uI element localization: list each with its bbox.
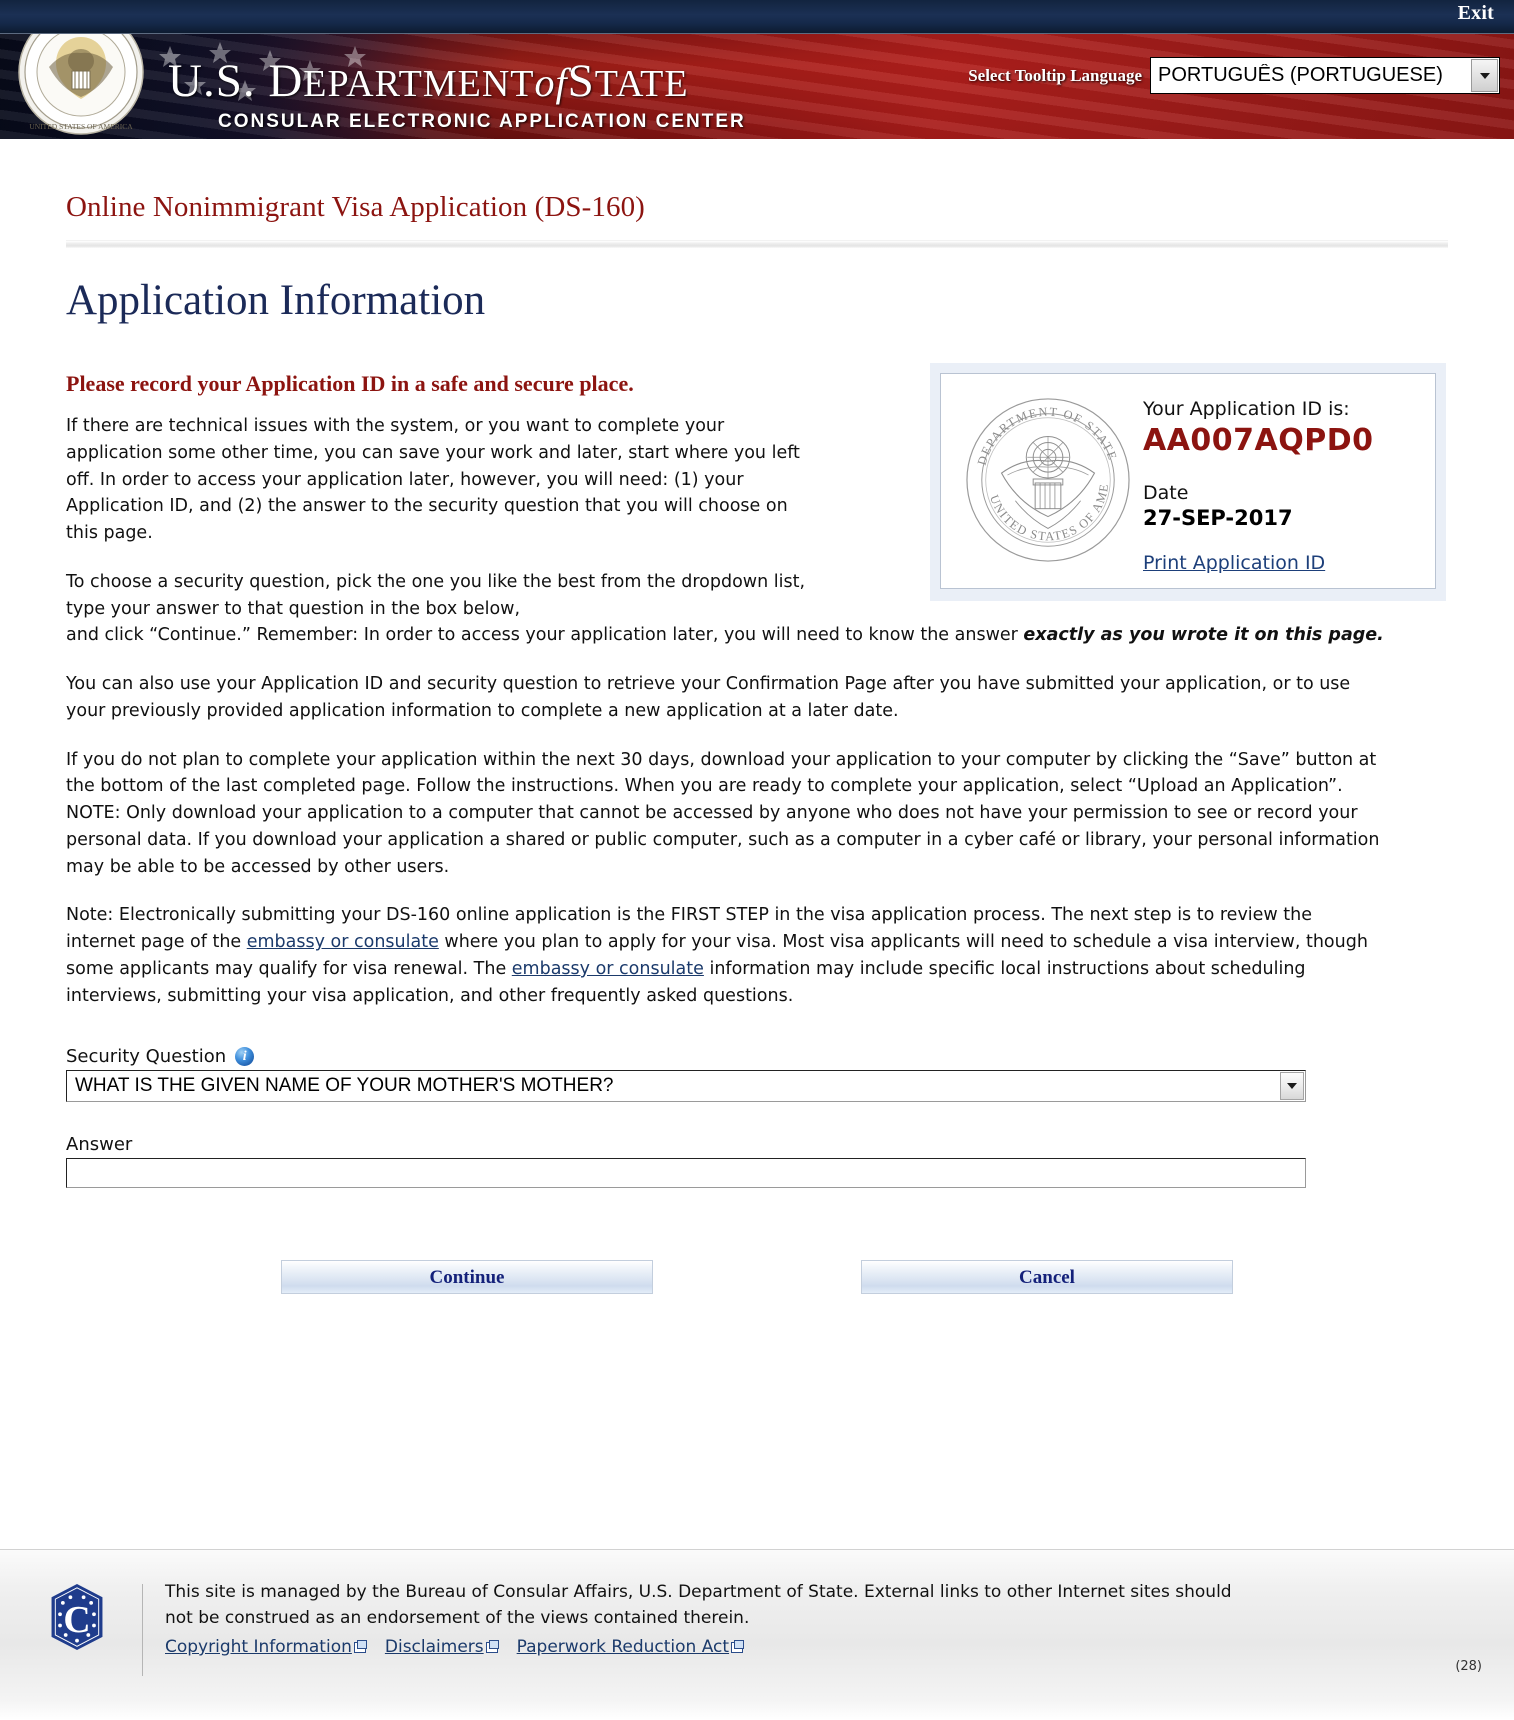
- footer-divider: [142, 1584, 143, 1676]
- date-value: 27-SEP-2017: [1143, 506, 1293, 530]
- external-link-icon: [731, 1640, 745, 1653]
- external-link-icon: [485, 1640, 499, 1653]
- cancel-button[interactable]: Cancel: [861, 1259, 1233, 1294]
- print-application-id-link[interactable]: Print Application ID: [1143, 552, 1325, 574]
- embassy-or-consulate-link-1[interactable]: embassy or consulate: [247, 932, 439, 952]
- department-of-state-seal-icon: DEPARTMENT OF STATE UNITED STATES OF AME…: [16, 34, 146, 137]
- main-content: DEPARTMENT OF STATE UNITED STATES OF AME…: [0, 363, 1514, 1294]
- date-label: Date: [1143, 482, 1189, 504]
- consular-affairs-logo-icon: C: [44, 1582, 128, 1659]
- chevron-down-icon[interactable]: [1471, 59, 1498, 92]
- embassy-or-consulate-link-2[interactable]: embassy or consulate: [512, 959, 704, 979]
- wordmark-line-2: CONSULAR ELECTRONIC APPLICATION CENTER: [218, 111, 746, 132]
- security-question-select[interactable]: WHAT IS THE GIVEN NAME OF YOUR MOTHER'S …: [66, 1069, 1306, 1102]
- application-id-panel: DEPARTMENT OF STATE UNITED STATES OF AME…: [930, 363, 1446, 601]
- application-id-fields: Your Application ID is: AA007AQPD0 Date …: [1143, 386, 1421, 574]
- application-id-card: DEPARTMENT OF STATE UNITED STATES OF AME…: [940, 373, 1436, 589]
- application-form-title: Online Nonimmigrant Visa Application (DS…: [66, 191, 645, 223]
- external-link-icon: [353, 1640, 367, 1653]
- info-icon[interactable]: i: [235, 1046, 255, 1066]
- paperwork-reduction-act-link[interactable]: Paperwork Reduction Act: [517, 1637, 729, 1657]
- footer-line-1: This site is managed by the Bureau of Co…: [165, 1582, 1232, 1602]
- page-number-badge: (28): [1455, 1659, 1482, 1674]
- security-question-form: Security Question i WHAT IS THE GIVEN NA…: [66, 1046, 1376, 1188]
- continue-button[interactable]: Continue: [281, 1259, 653, 1294]
- answer-label: Answer: [66, 1133, 133, 1155]
- tooltip-language-value: PORTUGUÊS (PORTUGUESE): [1158, 64, 1443, 86]
- intro-paragraph-4: If you do not plan to complete your appl…: [66, 749, 1380, 877]
- intro-paragraph-2-text: and click “Continue.” Remember: In order…: [66, 625, 1024, 646]
- intro-paragraph-5: Note: Electronically submitting your DS-…: [66, 902, 1384, 1009]
- disclaimers-link[interactable]: Disclaimers: [385, 1637, 484, 1657]
- security-question-label: Security Question: [66, 1045, 227, 1067]
- intro-text-column: Please record your Application ID in a s…: [66, 371, 806, 622]
- wordmark: U.S. DEPARTMENTofSTATE CONSULAR ELECTRON…: [168, 58, 746, 133]
- tooltip-language-select[interactable]: PORTUGUÊS (PORTUGUESE): [1150, 57, 1500, 94]
- exit-link[interactable]: Exit: [1458, 2, 1494, 25]
- top-bar: Exit: [0, 0, 1514, 33]
- page-title: Application Information: [66, 277, 486, 324]
- intro-paragraph-2-line-1: To choose a security question, pick the …: [66, 571, 806, 619]
- tooltip-language-control: Select Tooltip Language PORTUGUÊS (PORTU…: [968, 57, 1500, 94]
- site-banner: DEPARTMENT OF STATE UNITED STATES OF AME…: [0, 33, 1514, 139]
- chevron-down-icon[interactable]: [1280, 1071, 1304, 1100]
- footer-links: Copyright Information Disclaimers Paperw…: [165, 1635, 1232, 1661]
- wordmark-line-1: U.S. DEPARTMENTofSTATE: [168, 55, 689, 107]
- footer-text-block: This site is managed by the Bureau of Co…: [165, 1580, 1232, 1661]
- page-footer: C This site is managed by the Bureau of …: [0, 1549, 1514, 1720]
- tooltip-language-label: Select Tooltip Language: [968, 65, 1142, 85]
- intro-paragraph-3: You can also use your Application ID and…: [66, 674, 1351, 721]
- copyright-information-link[interactable]: Copyright Information: [165, 1637, 352, 1657]
- intro-paragraph-2-emphasis: exactly as you wrote it on this page.: [1023, 625, 1384, 646]
- card-seal-icon: DEPARTMENT OF STATE UNITED STATES OF AME…: [953, 386, 1143, 574]
- intro-wide-block: and click “Continue.” Remember: In order…: [66, 622, 1384, 1009]
- record-id-heading: Please record your Application ID in a s…: [66, 371, 634, 396]
- form-actions: Continue Cancel: [0, 1259, 1514, 1294]
- intro-paragraph-1: If there are technical issues with the s…: [66, 416, 800, 544]
- application-id-value: AA007AQPD0: [1143, 423, 1374, 458]
- security-question-value: WHAT IS THE GIVEN NAME OF YOUR MOTHER'S …: [75, 1074, 614, 1096]
- footer-line-2: not be construed as an endorsement of th…: [165, 1607, 750, 1628]
- svg-text:UNITED STATES OF AMERICA: UNITED STATES OF AMERICA: [29, 122, 133, 131]
- page-body: Online Nonimmigrant Visa Application (DS…: [0, 191, 1514, 1294]
- title-divider: [66, 240, 1448, 248]
- answer-input[interactable]: [66, 1157, 1306, 1188]
- security-question-label-row: Security Question i: [66, 1046, 1376, 1067]
- application-id-label: Your Application ID is:: [1143, 398, 1350, 420]
